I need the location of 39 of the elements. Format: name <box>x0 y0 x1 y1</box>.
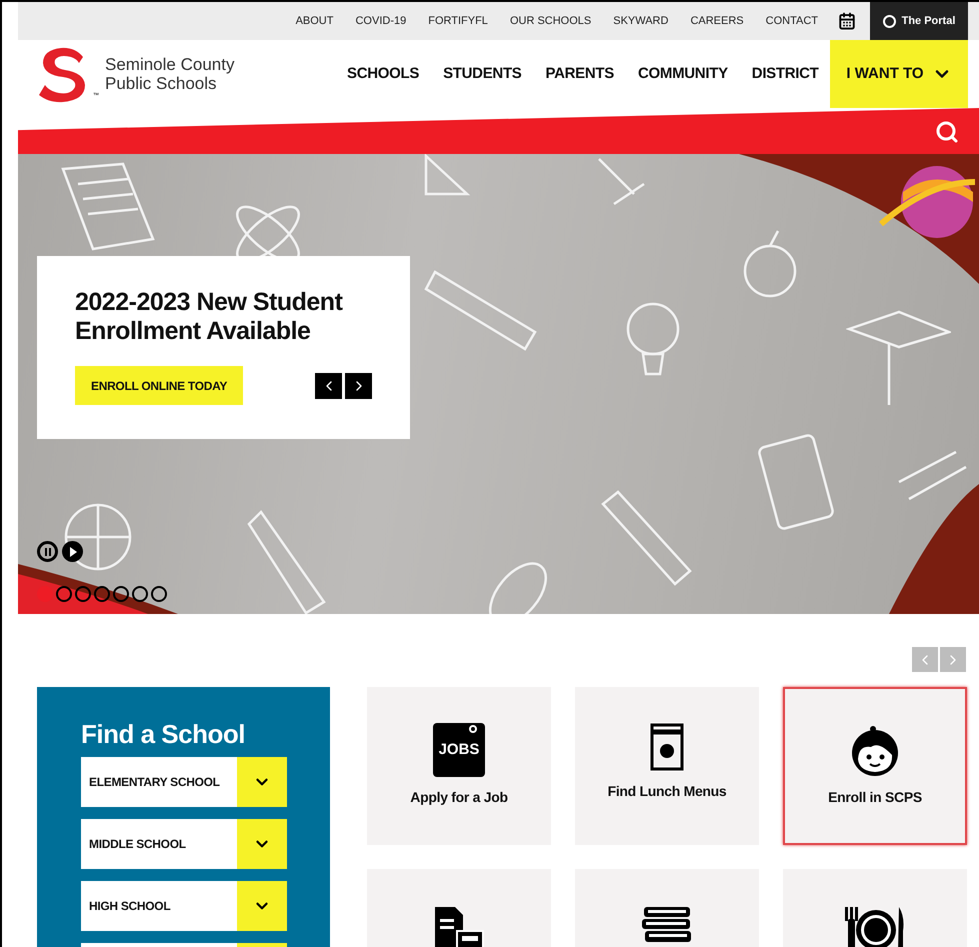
i-want-to-button[interactable]: I WANT TO <box>830 40 968 108</box>
utility-link[interactable]: OUR SCHOOLS <box>510 12 592 30</box>
main-nav-link[interactable]: DISTRICT <box>752 62 819 86</box>
calculator-doodle-icon <box>756 432 836 532</box>
portal-button[interactable]: The Portal <box>870 2 968 40</box>
slide-title: 2022-2023 New Student Enrollment Available <box>75 288 344 346</box>
pause-icon[interactable] <box>37 541 58 562</box>
main-nav-link[interactable]: COMMUNITY <box>638 62 728 86</box>
search-icon[interactable] <box>935 120 959 144</box>
quick-link-tile[interactable]: Find Lunch Menus <box>575 687 759 845</box>
logo-text: Seminole County <box>105 55 234 74</box>
find-school-title: Find a School <box>81 718 246 751</box>
pin-icon <box>469 725 477 733</box>
utility-link[interactable]: COVID-19 <box>355 12 406 30</box>
logo-text: Public Schools <box>105 74 218 93</box>
jobs-icon-label: JOBS <box>438 740 480 760</box>
document-calculator-icon <box>433 905 485 947</box>
main-nav-link[interactable]: PARENTS <box>546 62 614 86</box>
utility-link[interactable]: SKYWARD <box>613 12 668 30</box>
school-level-dropdown[interactable]: ELEMENTARY SCHOOL <box>81 757 287 807</box>
enroll-online-button[interactable]: ENROLL ONLINE TODAY <box>75 366 244 405</box>
next-slide-button[interactable] <box>345 372 372 398</box>
globe-doodle-icon <box>63 502 133 572</box>
utility-link[interactable]: ABOUT <box>296 12 334 30</box>
quick-link-tile[interactable]: Enroll in SCPS <box>783 687 967 845</box>
calendar-icon[interactable] <box>838 12 856 30</box>
lunch-bag-icon <box>649 723 685 771</box>
school-level-dropdown[interactable]: HIGH SCHOOL <box>81 881 287 931</box>
child-face-icon <box>849 725 901 777</box>
main-nav-link[interactable]: STUDENTS <box>443 62 522 86</box>
previous-slide-button[interactable] <box>315 372 342 398</box>
utility-link[interactable]: FORTIFYFL <box>428 12 488 30</box>
utility-link[interactable]: CAREERS <box>690 12 744 30</box>
utility-link[interactable]: CONTACT <box>766 12 818 30</box>
play-icon[interactable] <box>62 541 83 562</box>
quick-link-tile[interactable]: JOBS Apply for a Job <box>367 687 551 845</box>
school-level-dropdown[interactable]: MIDDLE SCHOOL <box>81 819 287 869</box>
book-stack-icon <box>640 905 694 945</box>
main-nav-link[interactable]: SCHOOLS <box>347 62 420 86</box>
